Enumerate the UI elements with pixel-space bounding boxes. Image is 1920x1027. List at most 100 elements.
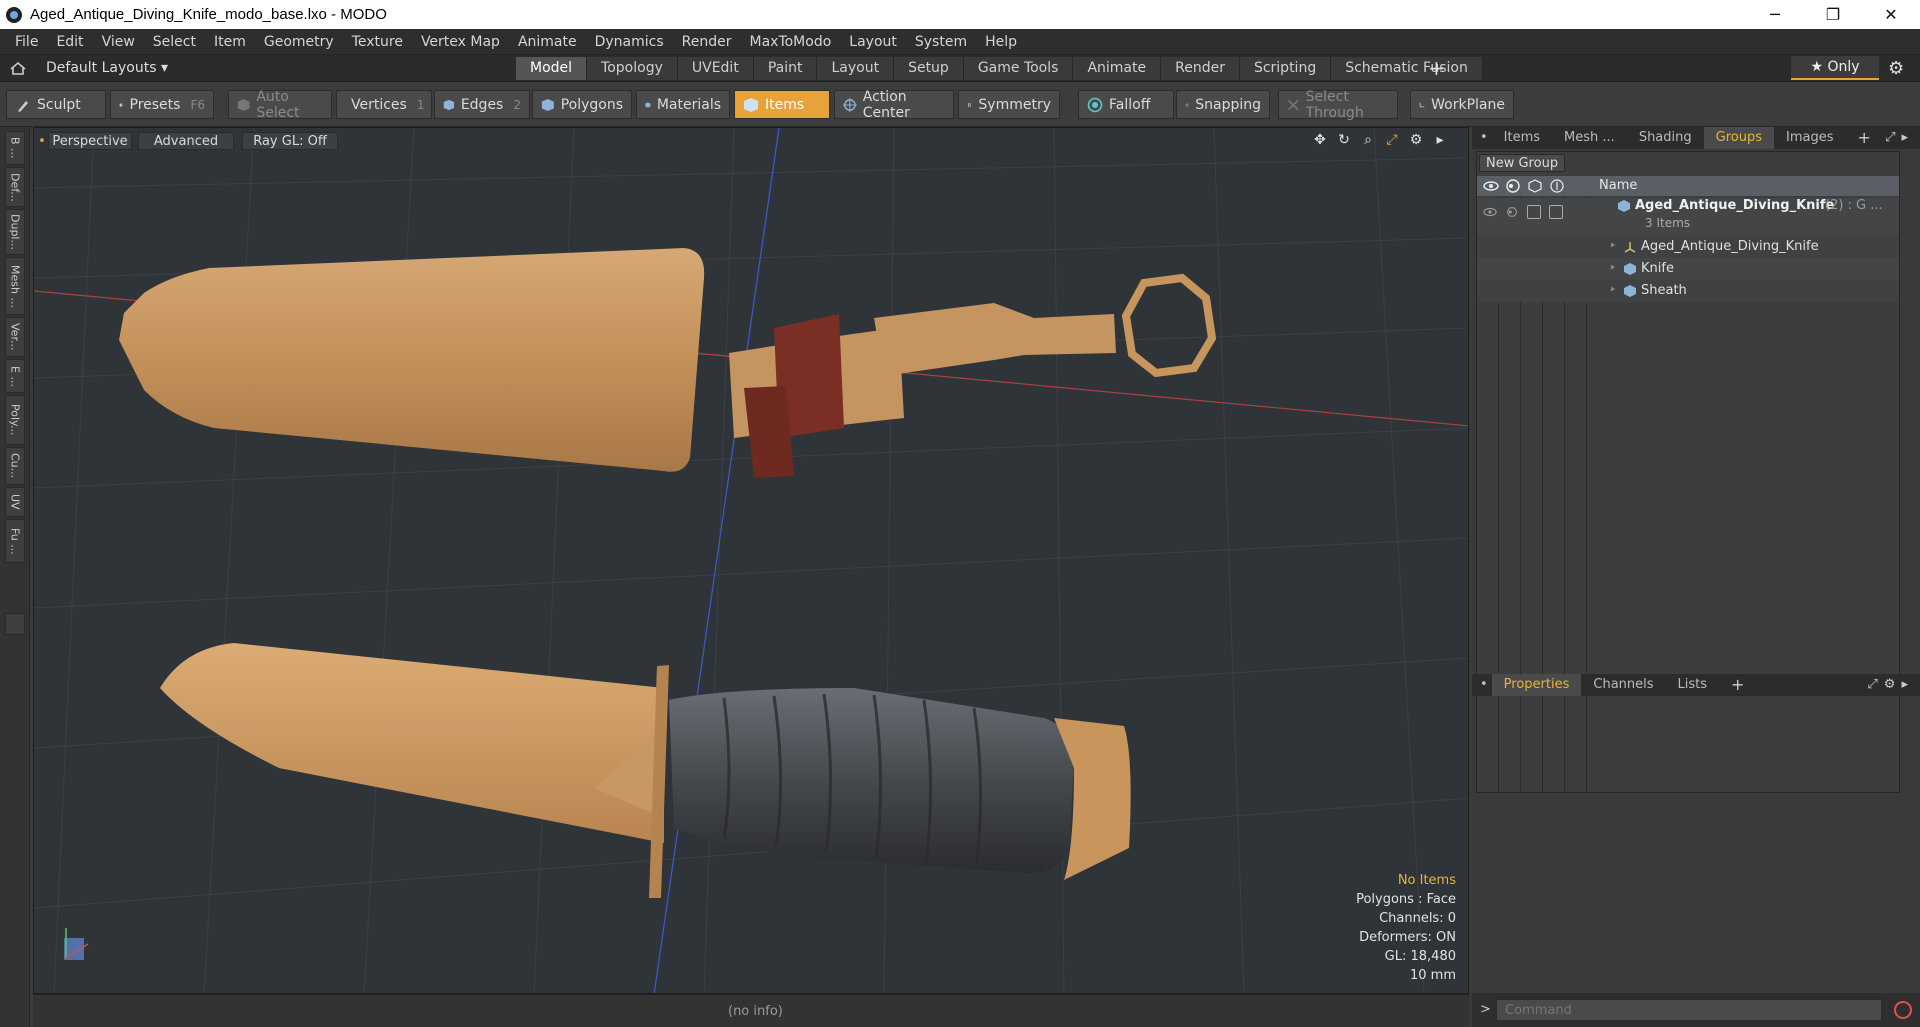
tab-groups[interactable]: Groups [1703,127,1774,149]
select-through-button[interactable]: Select Through [1278,89,1398,121]
tab-layout[interactable]: Layout [817,57,895,80]
maximize-button[interactable]: ❐ [1804,0,1862,29]
zoom-search-icon[interactable]: ⌕ [1360,132,1376,148]
only-favorites-button[interactable]: ★ Only [1791,56,1879,80]
props-expand-icons[interactable]: ⤢⚙▸ [1867,677,1914,692]
rotate-icon[interactable]: ↻ [1336,132,1352,148]
tab-shading[interactable]: Shading [1627,127,1704,149]
left-tab-polygon[interactable]: Poly... [5,395,25,445]
tab-model[interactable]: Model [516,57,588,80]
row-render-icon[interactable] [1505,206,1519,218]
add-layout-tab-button[interactable]: + [1428,56,1445,80]
items-button[interactable]: Items [734,90,830,119]
close-button[interactable]: ✕ [1862,0,1920,29]
group-member-sheath[interactable]: ‣ Sheath [1477,280,1899,302]
menu-geometry[interactable]: Geometry [255,34,343,50]
left-tab-expand[interactable] [5,613,25,635]
menu-help[interactable]: Help [976,34,1026,50]
tab-channels[interactable]: Channels [1581,674,1665,696]
menu-item[interactable]: Item [205,34,255,50]
left-tab-duplicate[interactable]: Dupl... [5,209,25,255]
select-toggle-icon[interactable] [1549,178,1565,194]
tab-schematic-fusion[interactable]: Schematic Fusion [1331,57,1483,80]
layout-settings-gear-icon[interactable]: ⚙ [1888,58,1904,79]
command-input[interactable] [1496,999,1882,1021]
default-layouts-dropdown[interactable]: Default Layouts ▾ [46,60,168,76]
edges-button[interactable]: Edges 2 [434,90,530,119]
tab-lists[interactable]: Lists [1666,674,1720,696]
visibility-eye-icon[interactable] [1483,178,1499,194]
layout-home-icon[interactable] [8,60,28,76]
tab-game-tools[interactable]: Game Tools [963,57,1074,80]
new-group-button[interactable]: New Group [1479,154,1566,172]
menu-animate[interactable]: Animate [509,34,586,50]
left-tab-vertex[interactable]: Ver... [5,317,25,357]
group-row-aged-antique-diving-knife[interactable]: Aged_Antique_Diving_Knife (2) : G ... 3 … [1477,198,1899,236]
lock-cube-icon[interactable] [1527,178,1543,194]
tab-properties[interactable]: Properties [1491,674,1582,696]
materials-button[interactable]: Materials [636,90,730,119]
row-select-checkbox[interactable] [1549,205,1563,219]
action-center-button[interactable]: Action Center [834,89,954,121]
panel-expand-icons[interactable]: ⤢▸ [1885,130,1914,145]
vertices-button[interactable]: Vertices 1 [336,90,432,119]
sheath-model[interactable] [119,248,1217,478]
add-panel-tab-button[interactable]: + [1845,127,1882,149]
row-lock-checkbox[interactable] [1527,205,1541,219]
snapping-button[interactable]: Snapping [1176,90,1270,119]
tab-setup[interactable]: Setup [894,57,964,80]
more-arrow-icon[interactable]: ▸ [1432,132,1448,148]
tab-uvedit[interactable]: UVEdit [677,57,754,80]
3d-viewport[interactable]: • Perspective Advanced Ray GL: Off ✥ ↻ ⌕… [33,127,1469,994]
minimize-button[interactable]: ─ [1746,0,1804,29]
tab-scripting[interactable]: Scripting [1239,57,1332,80]
tab-paint[interactable]: Paint [753,57,818,80]
menu-system[interactable]: System [906,34,976,50]
menu-layout[interactable]: Layout [840,34,906,50]
render-toggle-icon[interactable] [1505,178,1521,194]
row-eye-icon[interactable] [1483,206,1497,218]
fit-expand-icon[interactable]: ⤢ [1384,132,1400,148]
panel-dot-icon[interactable]: • [1476,674,1492,696]
falloff-button[interactable]: Falloff [1078,90,1174,119]
left-tab-mesh-edit[interactable]: Mesh ... [5,257,25,315]
sculpt-button[interactable]: Sculpt [6,90,106,119]
left-tab-deform[interactable]: Def... [5,167,25,207]
auto-select-button[interactable]: Auto Select [228,89,332,121]
symmetry-button[interactable]: Symmetry [958,90,1060,119]
group-member-knife[interactable]: ‣ Knife [1477,258,1899,280]
command-stop-icon[interactable] [1894,1001,1912,1019]
menu-render[interactable]: Render [673,34,741,50]
polygons-button[interactable]: Polygons [532,90,632,119]
menu-file[interactable]: File [6,34,47,50]
panel-dot-icon[interactable]: • [1476,127,1492,149]
left-tab-edge[interactable]: E ... [5,359,25,393]
menu-dynamics[interactable]: Dynamics [586,34,673,50]
raygl-toggle[interactable]: Ray GL: Off [242,132,338,150]
menu-texture[interactable]: Texture [343,34,412,50]
advanced-shading-dropdown[interactable]: Advanced [138,132,234,150]
add-props-tab-button[interactable]: + [1719,674,1756,696]
menu-view[interactable]: View [93,34,144,50]
perspective-view-dropdown[interactable]: Perspective [48,132,132,150]
left-tab-basic[interactable]: B ... [5,131,25,165]
workplane-button[interactable]: WorkPlane [1410,90,1514,119]
tab-mesh[interactable]: Mesh ... [1552,127,1627,149]
menu-vertex-map[interactable]: Vertex Map [412,34,509,50]
pan-move-icon[interactable]: ✥ [1312,132,1328,148]
group-member-aged-antique-diving-knife[interactable]: ‣ Aged_Antique_Diving_Knife [1477,236,1899,258]
left-tab-uv[interactable]: UV [5,487,25,517]
presets-button[interactable]: Presets F6 [110,90,214,119]
tab-items[interactable]: Items [1492,127,1552,149]
menu-select[interactable]: Select [144,34,205,50]
tab-topology[interactable]: Topology [587,57,678,80]
menu-maxtomodo[interactable]: MaxToModo [741,34,841,50]
left-tab-fusion[interactable]: Fu ... [5,519,25,563]
viewport-options-dot[interactable]: • [38,132,46,150]
tab-images[interactable]: Images [1774,127,1846,149]
viewport-gear-icon[interactable]: ⚙ [1408,132,1424,148]
knife-model[interactable] [160,643,1131,898]
menu-edit[interactable]: Edit [47,34,92,50]
left-tab-curve[interactable]: Cu... [5,447,25,485]
tab-render[interactable]: Render [1161,57,1240,80]
